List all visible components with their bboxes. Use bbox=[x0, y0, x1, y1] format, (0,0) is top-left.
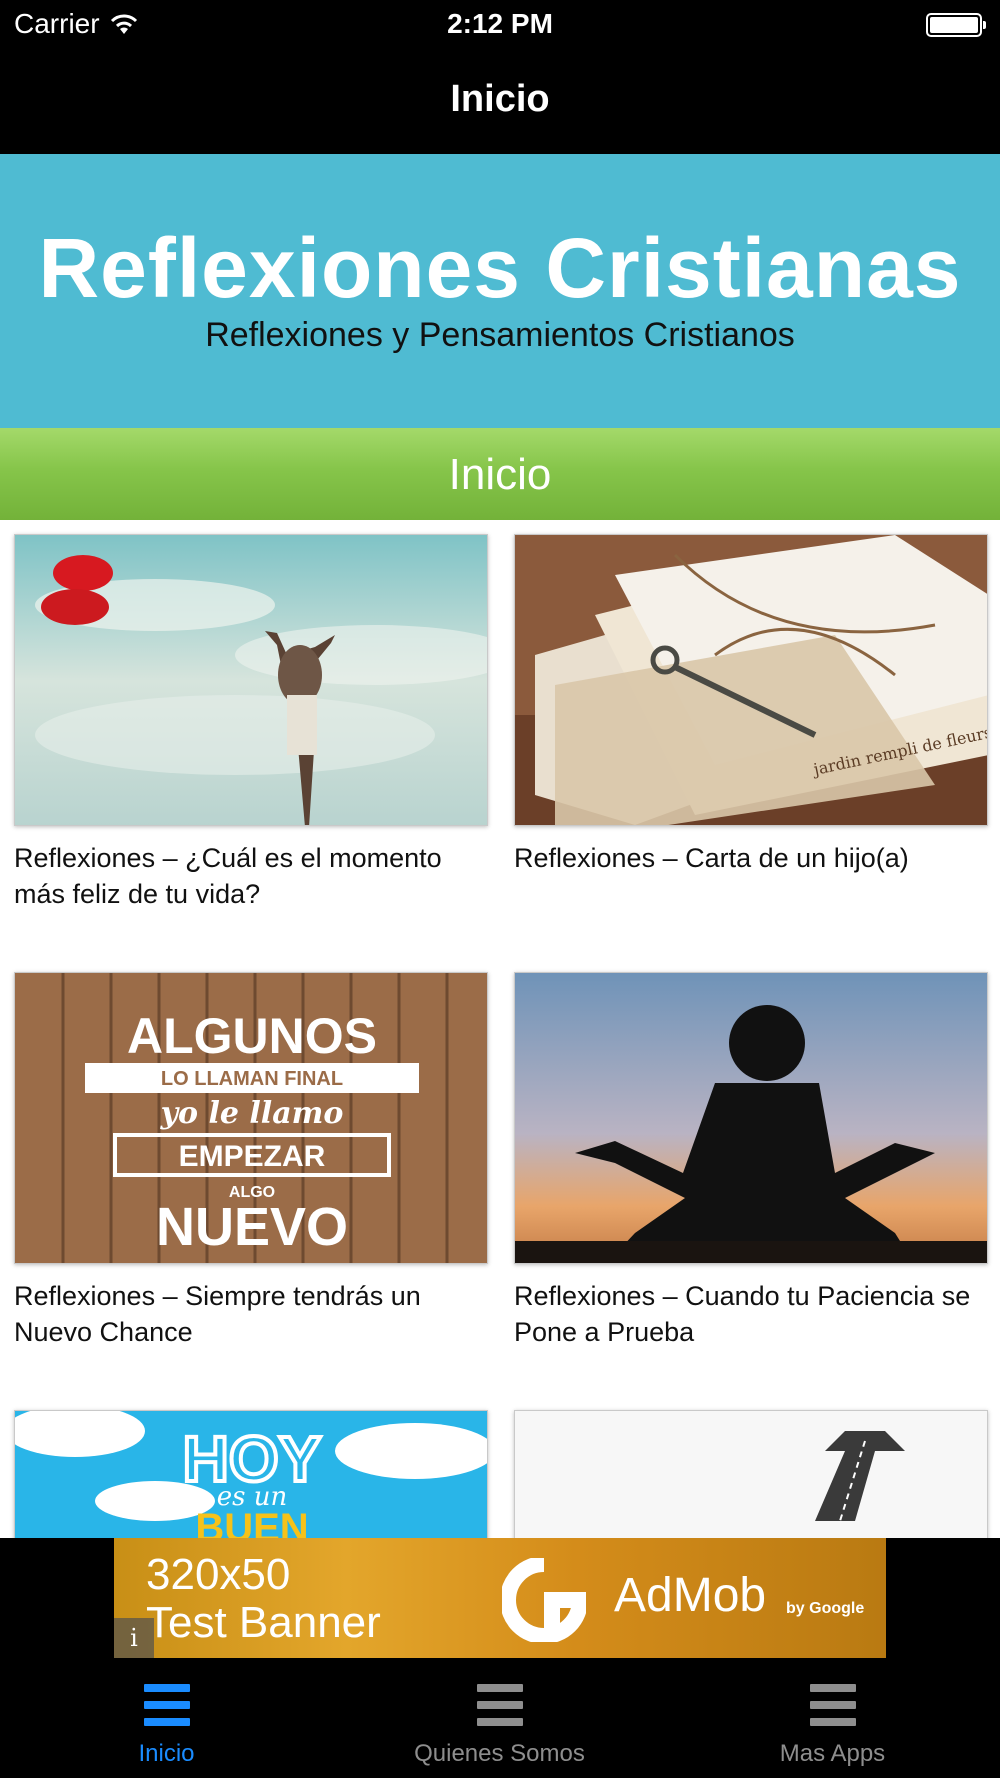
clock: 2:12 PM bbox=[447, 8, 553, 39]
menu-icon bbox=[476, 1684, 523, 1728]
article-thumbnail[interactable] bbox=[14, 534, 488, 826]
info-icon[interactable]: i bbox=[114, 1618, 154, 1658]
image-text: ALGUNOS bbox=[127, 1008, 377, 1064]
article-card[interactable]: Reflexiones – ¿Cuál es el momento más fe… bbox=[14, 534, 488, 912]
article-title[interactable]: Reflexiones – Cuando tu Paciencia se Pon… bbox=[514, 1278, 988, 1350]
hero-subtitle: Reflexiones y Pensamientos Cristianos bbox=[205, 316, 795, 354]
ad-banner[interactable]: 320x50 Test Banner AdMob by Google i bbox=[114, 1538, 886, 1658]
article-title[interactable]: Reflexiones – ¿Cuál es el momento más fe… bbox=[14, 840, 488, 912]
section-header: Inicio bbox=[0, 428, 1000, 520]
tab-bar: Inicio Quienes Somos Mas Apps bbox=[0, 1658, 1000, 1778]
article-card[interactable] bbox=[514, 1410, 988, 1538]
image-text: NUEVO bbox=[156, 1197, 348, 1257]
article-card[interactable]: jardin rempli de fleurs. Reflexiones – C… bbox=[514, 534, 988, 876]
ad-banner-area: 320x50 Test Banner AdMob by Google i bbox=[0, 1538, 1000, 1658]
article-card[interactable]: HOY es un BUEN bbox=[14, 1410, 488, 1538]
tab-label: Inicio bbox=[138, 1740, 195, 1767]
article-thumbnail[interactable]: jardin rempli de fleurs. bbox=[514, 534, 988, 826]
article-thumbnail[interactable] bbox=[514, 1410, 988, 1538]
article-thumbnail[interactable]: HOY es un BUEN bbox=[14, 1410, 488, 1538]
menu-icon bbox=[143, 1684, 190, 1728]
article-title[interactable]: Reflexiones – Siempre tendrás un Nuevo C… bbox=[14, 1278, 488, 1350]
section-label: Inicio bbox=[448, 450, 552, 499]
article-card[interactable]: Reflexiones – Cuando tu Paciencia se Pon… bbox=[514, 972, 988, 1350]
image-text: LO LLAMAN FINAL bbox=[161, 1068, 343, 1090]
menu-icon bbox=[809, 1684, 856, 1728]
navigation-bar: Inicio bbox=[0, 50, 1000, 154]
hero-banner: Reflexiones Cristianas Reflexiones y Pen… bbox=[0, 154, 1000, 428]
tab-inicio[interactable]: Inicio bbox=[0, 1658, 333, 1778]
hero-title: Reflexiones Cristianas bbox=[38, 221, 962, 315]
admob-logo-icon bbox=[502, 1558, 586, 1642]
article-card[interactable]: ALGUNOS LO LLAMAN FINAL yo le llamo EMPE… bbox=[14, 972, 488, 1350]
article-title[interactable]: Reflexiones – Carta de un hijo(a) bbox=[514, 840, 988, 876]
ad-size-text: 320x50 bbox=[146, 1550, 291, 1599]
tab-label: Mas Apps bbox=[779, 1740, 886, 1767]
image-text: EMPEZAR bbox=[179, 1140, 326, 1173]
content-scroll[interactable]: Reflexiones Cristianas Reflexiones y Pen… bbox=[0, 154, 1000, 1538]
image-text: BUEN bbox=[195, 1506, 308, 1538]
image-text: yo le llamo bbox=[160, 1096, 344, 1131]
ad-test-text: Test Banner bbox=[146, 1598, 381, 1647]
tab-label: Quienes Somos bbox=[414, 1740, 585, 1767]
page-title: Inicio bbox=[450, 78, 550, 120]
status-bar: Carrier 2:12 PM bbox=[0, 0, 1000, 50]
tab-quienes-somos[interactable]: Quienes Somos bbox=[333, 1658, 666, 1778]
article-thumbnail[interactable] bbox=[514, 972, 988, 1264]
ad-by: by Google bbox=[786, 1600, 865, 1617]
ad-brand: AdMob bbox=[614, 1569, 767, 1622]
tab-mas-apps[interactable]: Mas Apps bbox=[666, 1658, 999, 1778]
battery-icon bbox=[926, 13, 986, 37]
article-thumbnail[interactable]: ALGUNOS LO LLAMAN FINAL yo le llamo EMPE… bbox=[14, 972, 488, 1264]
